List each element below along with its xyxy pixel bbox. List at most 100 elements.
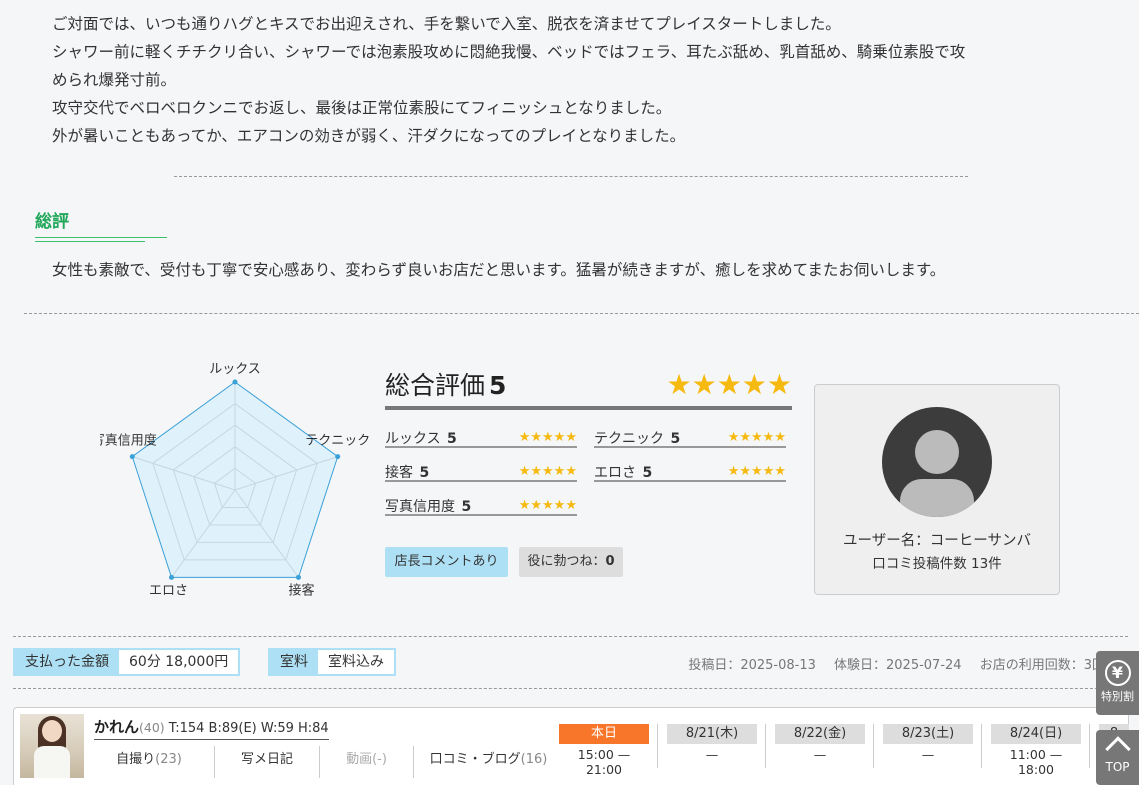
rating-item-photo-trust: 写真信用度 5 ★★★★★: [385, 496, 577, 516]
link-label: 動画: [346, 752, 373, 767]
yen-icon: ¥: [1104, 660, 1131, 686]
link-count: (23): [155, 752, 182, 767]
selfie-link[interactable]: 自撮り(23): [84, 746, 214, 778]
rating-item-technique: テクニック 5 ★★★★★: [594, 428, 786, 448]
schedule-date: 8/23(土): [883, 724, 973, 744]
rating-item-score: 5: [447, 431, 457, 447]
payment-amount-label: 支払った金額: [15, 650, 119, 674]
schedule-time: —: [813, 747, 827, 762]
radar-point: [129, 454, 135, 460]
rating-item-score: 5: [419, 465, 430, 481]
schedule-day: 8/23(土) —: [883, 724, 973, 762]
cast-photo[interactable]: [20, 714, 84, 778]
radar-point: [335, 454, 341, 460]
rating-item-score: 5: [642, 465, 653, 481]
schedule-day: 8/24(日) 11:00 — 18:00: [991, 724, 1081, 777]
summary-underline: [35, 241, 145, 242]
helpful-label: 役に勃つね：: [527, 554, 606, 569]
divider: [981, 724, 982, 768]
radar-point: [169, 574, 175, 580]
schedule-date: 8/21(木): [667, 724, 757, 744]
review-blog-link[interactable]: 口コミ・ブログ(16): [413, 746, 563, 778]
summary-heading: 総評: [35, 212, 69, 232]
divider: [873, 724, 874, 768]
divider: [657, 724, 658, 768]
review-line: 外が暑いこともあってか、エアコンの効きが弱く、汗ダクになってのプレイとなりました…: [52, 127, 686, 145]
overall-stars-icon: ★★★★★: [666, 368, 792, 401]
radar-axis-label: 写真信用度: [100, 433, 157, 449]
link-count: (16): [520, 752, 548, 767]
special-discount-label: 特別割: [1101, 690, 1134, 703]
star-icon: ★★★★★: [727, 464, 786, 479]
room-fee: 室料 室料込み: [268, 648, 396, 676]
back-to-top-button[interactable]: TOP: [1096, 730, 1139, 785]
photo-diary-link[interactable]: 写メ日記: [214, 746, 319, 778]
schedule-day: 8/21(木) —: [667, 724, 757, 762]
rating-item-label: テクニック: [594, 431, 664, 447]
rating-item-score: 5: [670, 431, 681, 447]
rating-item-looks: ルックス 5 ★★★★★: [385, 428, 577, 448]
divider: [765, 724, 766, 768]
schedule-time: 15:00 — 21:00: [577, 747, 631, 777]
review-body: ご対面では、いつも通りハグとキスでお出迎えされ、手を繋いで入室、脱衣を済ませてプ…: [52, 10, 1102, 150]
reviewer-name[interactable]: ユーザー名：コーヒーサンバ: [815, 529, 1059, 550]
schedule-today: 本日 15:00 — 21:00: [559, 724, 649, 777]
video-link[interactable]: 動画(-): [319, 746, 413, 778]
cast-links: 自撮り(23) 写メ日記 動画(-) 口コミ・ブログ(16): [84, 746, 563, 778]
radar-point: [295, 574, 301, 580]
radar-chart: ルックステクニック接客 エロさ 写真信用度: [100, 362, 370, 598]
posted-date: 投稿日：2025-08-13: [688, 658, 816, 673]
chevron-up-icon: [1104, 736, 1131, 762]
overall-label: 総合評価: [385, 371, 486, 400]
radar-axis-label: テクニック: [305, 434, 370, 449]
special-discount-button[interactable]: ¥ 特別割: [1096, 651, 1139, 715]
helpful-count: 0: [605, 554, 615, 569]
reviewer-post-count: 口コミ投稿件数 13件: [872, 556, 1002, 572]
overall-score: 5: [489, 371, 507, 400]
helpful-button[interactable]: 役に勃つね：0: [519, 547, 623, 577]
star-icon: ★★★★★: [518, 498, 577, 513]
review-line: められ爆発寸前。: [52, 71, 177, 89]
rating-item-score: 5: [461, 499, 472, 515]
divider: [174, 176, 968, 177]
radar-axis-label: エロさ: [149, 583, 188, 598]
divider: [24, 313, 1139, 314]
schedule-date: 本日: [559, 724, 649, 744]
radar-point: [232, 379, 238, 385]
divider: [1089, 724, 1090, 768]
summary-underline: [35, 237, 167, 238]
schedule-date: 8/24(日): [991, 724, 1081, 744]
room-fee-value: 室料込み: [318, 650, 394, 674]
divider: [13, 688, 1128, 689]
radar-axis-label: 接客: [288, 582, 314, 598]
overall-rating: 総合評価 5 ★★★★★: [385, 366, 792, 410]
cast-spec: T:154 B:89(E) W:59 H:84: [168, 721, 329, 736]
payment-amount-value: 60分 18,000円: [119, 650, 239, 674]
star-icon: ★★★★★: [727, 430, 786, 445]
rating-item-label: ルックス: [385, 431, 441, 447]
rating-item-erotic: エロさ 5 ★★★★★: [594, 462, 786, 482]
rating-item-label: 写真信用度: [385, 499, 455, 515]
link-count: (-): [372, 752, 387, 767]
radar-axis-label: ルックス: [209, 362, 261, 377]
schedule-time: —: [921, 747, 935, 762]
review-meta: 投稿日：2025-08-13 体験日：2025-07-24 お店の利用回数：3回…: [674, 654, 1131, 673]
schedule-time: 11:00 — 18:00: [1009, 747, 1063, 777]
payment-amount: 支払った金額 60分 18,000円: [13, 648, 241, 676]
experience-date: 体験日：2025-07-24: [834, 658, 962, 673]
schedule-time: —: [705, 747, 719, 762]
review-line: シャワー前に軽くチチクリ合い、シャワーでは泡素股攻めに悶絶我慢、ベッドではフェラ…: [52, 43, 966, 61]
shop-comment-badge[interactable]: 店長コメントあり: [385, 547, 508, 577]
avatar-icon: [882, 407, 992, 517]
divider: [13, 636, 1128, 637]
cast-card: かれん(40) T:154 B:89(E) W:59 H:84 自撮り(23) 写…: [13, 707, 1129, 785]
rating-item-label: エロさ: [594, 465, 636, 481]
review-line: ご対面では、いつも通りハグとキスでお出迎えされ、手を繋いで入室、脱衣を済ませてプ…: [52, 15, 841, 33]
link-label: 写メ日記: [240, 752, 293, 767]
cast-age: (40): [139, 720, 165, 735]
rating-item-service: 接客 5 ★★★★★: [385, 462, 577, 482]
schedule-day: 8/22(金) —: [775, 724, 865, 762]
review-line: 攻守交代でベロベロクンニでお返し、最後は正常位素股にてフィニッシュとなりました。: [52, 99, 672, 117]
cast-name-line[interactable]: かれん(40) T:154 B:89(E) W:59 H:84: [94, 716, 329, 740]
schedule-date: 8/22(金): [775, 724, 865, 744]
